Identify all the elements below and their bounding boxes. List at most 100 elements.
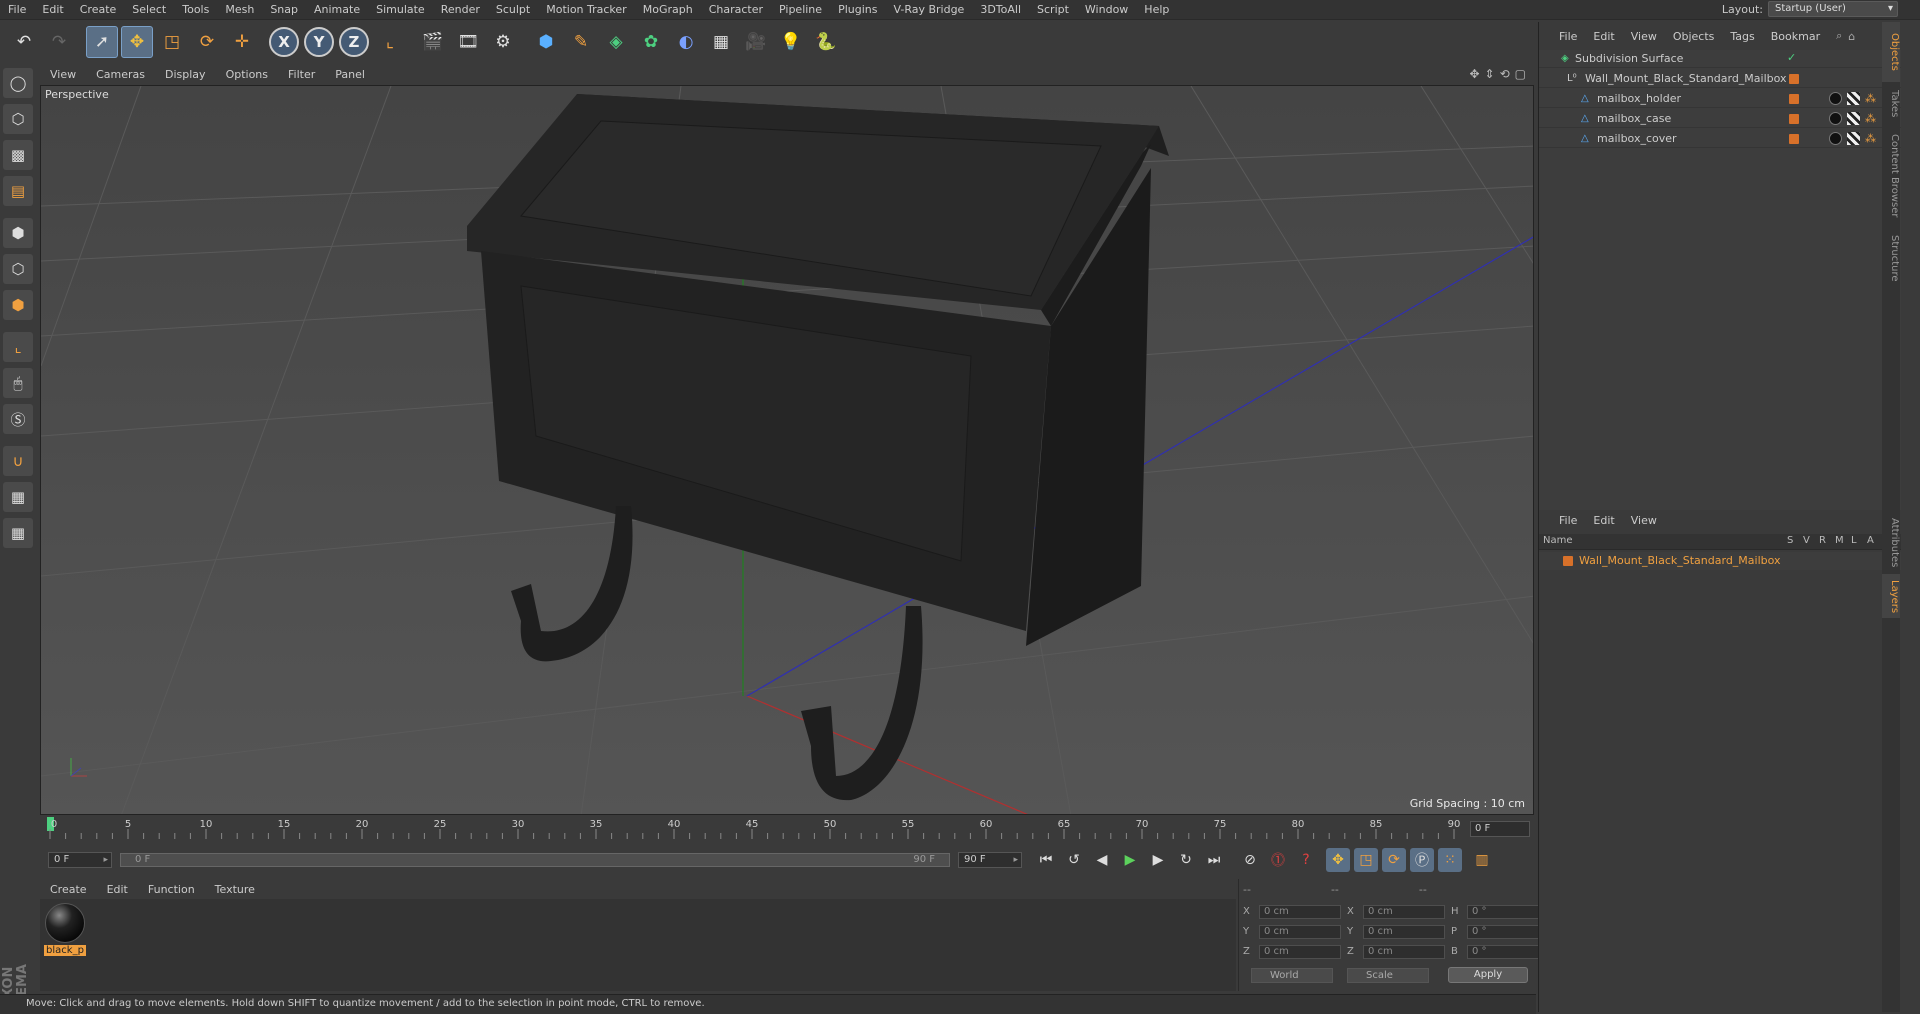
home-icon[interactable]: ⌂ [1848,30,1855,43]
menu-simulate[interactable]: Simulate [368,0,433,20]
tab-layers[interactable]: Layers [1882,574,1900,618]
key-position-icon[interactable]: ✥ [1326,848,1350,872]
points-mode-icon[interactable]: ⬢ [3,218,33,248]
workplane-lock-icon[interactable]: ▦ [3,482,33,512]
menu-pipeline[interactable]: Pipeline [771,0,830,20]
z-axis-button[interactable]: Z [339,27,369,57]
menu-mograph[interactable]: MoGraph [635,0,701,20]
mat-menu-edit[interactable]: Edit [97,883,138,896]
layer-color-dot[interactable] [1789,94,1799,104]
coord-space-dropdown[interactable]: World [1251,968,1333,983]
camera-icon[interactable]: 🎥 [740,26,772,58]
tab-attributes[interactable]: Attributes [1882,512,1900,572]
dolly-icon[interactable]: ⇕ [1485,67,1495,81]
render-view-icon[interactable]: 🎬 [417,26,449,58]
layer-color-dot[interactable] [1789,134,1799,144]
uvw-tag-icon[interactable]: ⁂ [1865,112,1878,125]
prev-key-icon[interactable]: ↺ [1062,848,1086,872]
object-row[interactable]: L⁰ Wall_Mount_Black_Standard_Mailbox [1539,70,1901,88]
uvw-tag-icon[interactable]: ⁂ [1865,92,1878,105]
scale-icon[interactable]: ◳ [156,26,188,58]
obj-menu-objects[interactable]: Objects [1665,30,1723,43]
play-icon[interactable]: ▶ [1118,848,1142,872]
cube-icon[interactable]: ⬢ [530,26,562,58]
layout-dropdown[interactable]: Startup (User) [1768,1,1898,17]
pos-x-field[interactable]: 0 cm [1259,905,1341,919]
x-axis-button[interactable]: X [269,27,299,57]
material-tag-icon[interactable] [1829,112,1842,125]
texture-mode-icon[interactable]: ▩ [3,140,33,170]
size-y-field[interactable]: 0 cm [1363,925,1445,939]
obj-menu-bookmarks[interactable]: Bookmar [1763,30,1828,43]
layer-menu-edit[interactable]: Edit [1585,514,1622,527]
mat-menu-create[interactable]: Create [40,883,97,896]
menu-file[interactable]: File [0,0,34,20]
rot-h-field[interactable]: 0 ° [1467,905,1549,919]
checkmark-icon[interactable]: ✓ [1787,51,1796,64]
object-row[interactable]: △ mailbox_case ⁂ [1539,110,1901,128]
select-icon[interactable]: ➚ [86,26,118,58]
goto-end-icon[interactable]: ⏭ [1202,848,1226,872]
record-icon[interactable]: ⊘ [1238,848,1262,872]
rot-p-field[interactable]: 0 ° [1467,925,1549,939]
menu-create[interactable]: Create [72,0,125,20]
layer-color-dot[interactable] [1789,74,1799,84]
menu-script[interactable]: Script [1029,0,1077,20]
key-param-icon[interactable]: Ⓟ [1410,848,1434,872]
material-tag-icon[interactable] [1829,132,1842,145]
texture-tag-icon[interactable] [1847,112,1860,125]
layer-menu-file[interactable]: File [1539,514,1585,527]
next-frame-icon[interactable]: ▶ [1146,848,1170,872]
tweak-mode-icon[interactable]: 🖱 [3,368,33,398]
layer-color-dot[interactable] [1563,556,1573,566]
coord-mode-dropdown[interactable]: Scale [1347,968,1429,983]
coord-system-icon[interactable]: ⌞ [374,26,406,58]
orbit-icon[interactable]: ⟲ [1500,67,1510,81]
material-swatch[interactable]: black_p [44,903,86,956]
tab-structure[interactable]: Structure [1882,228,1900,288]
obj-menu-edit[interactable]: Edit [1585,30,1622,43]
apply-button[interactable]: Apply [1448,967,1528,983]
menu-render[interactable]: Render [433,0,488,20]
add-icon[interactable]: ✛ [226,26,258,58]
key-scale-icon[interactable]: ◳ [1354,848,1378,872]
y-axis-button[interactable]: Y [304,27,334,57]
keyframe-selection-icon[interactable]: ? [1294,848,1318,872]
size-z-field[interactable]: 0 cm [1363,945,1445,959]
menu-select[interactable]: Select [124,0,174,20]
floor-icon[interactable]: ▦ [705,26,737,58]
menu-sculpt[interactable]: Sculpt [488,0,538,20]
polygons-mode-icon[interactable]: ⬢ [3,290,33,320]
pos-y-field[interactable]: 0 cm [1259,925,1341,939]
layer-menu-view[interactable]: View [1623,514,1665,527]
menu-animate[interactable]: Animate [306,0,368,20]
menu-plugins[interactable]: Plugins [830,0,885,20]
tab-takes[interactable]: Takes [1882,84,1900,124]
object-row[interactable]: ◈ Subdivision Surface ✓ [1539,50,1901,68]
texture-tag-icon[interactable] [1847,132,1860,145]
prev-frame-icon[interactable]: ◀ [1090,848,1114,872]
snap-s-icon[interactable]: Ⓢ [3,404,33,434]
vp-menu-options[interactable]: Options [216,68,278,81]
render-settings-icon[interactable]: ⚙ [487,26,519,58]
pan-icon[interactable]: ✥ [1469,67,1479,81]
menu-help[interactable]: Help [1136,0,1177,20]
mat-menu-texture[interactable]: Texture [205,883,265,896]
vp-menu-display[interactable]: Display [155,68,216,81]
cloner-icon[interactable]: ✿ [635,26,667,58]
tab-content-browser[interactable]: Content Browser [1882,126,1900,226]
layer-row[interactable]: Wall_Mount_Black_Standard_Mailbox [1539,552,1901,570]
vp-menu-filter[interactable]: Filter [278,68,325,81]
grid-lock-icon[interactable]: ▦ [3,518,33,548]
vp-menu-view[interactable]: View [40,68,86,81]
light-icon[interactable]: 💡 [775,26,807,58]
menu-edit[interactable]: Edit [34,0,71,20]
preview-range-slider[interactable]: 0 F 90 F [120,853,950,867]
menu-snap[interactable]: Snap [262,0,306,20]
key-pla-icon[interactable]: ⁙ [1438,848,1462,872]
timeline[interactable]: 0 5 10 15 20 25 30 35 40 45 50 55 60 65 70 75 80 85 90 0 F [40,817,1534,841]
menu-character[interactable]: Character [701,0,771,20]
key-rotation-icon[interactable]: ⟳ [1382,848,1406,872]
undo-icon[interactable]: ↶ [8,26,40,58]
magnet-icon[interactable]: ∪ [3,446,33,476]
